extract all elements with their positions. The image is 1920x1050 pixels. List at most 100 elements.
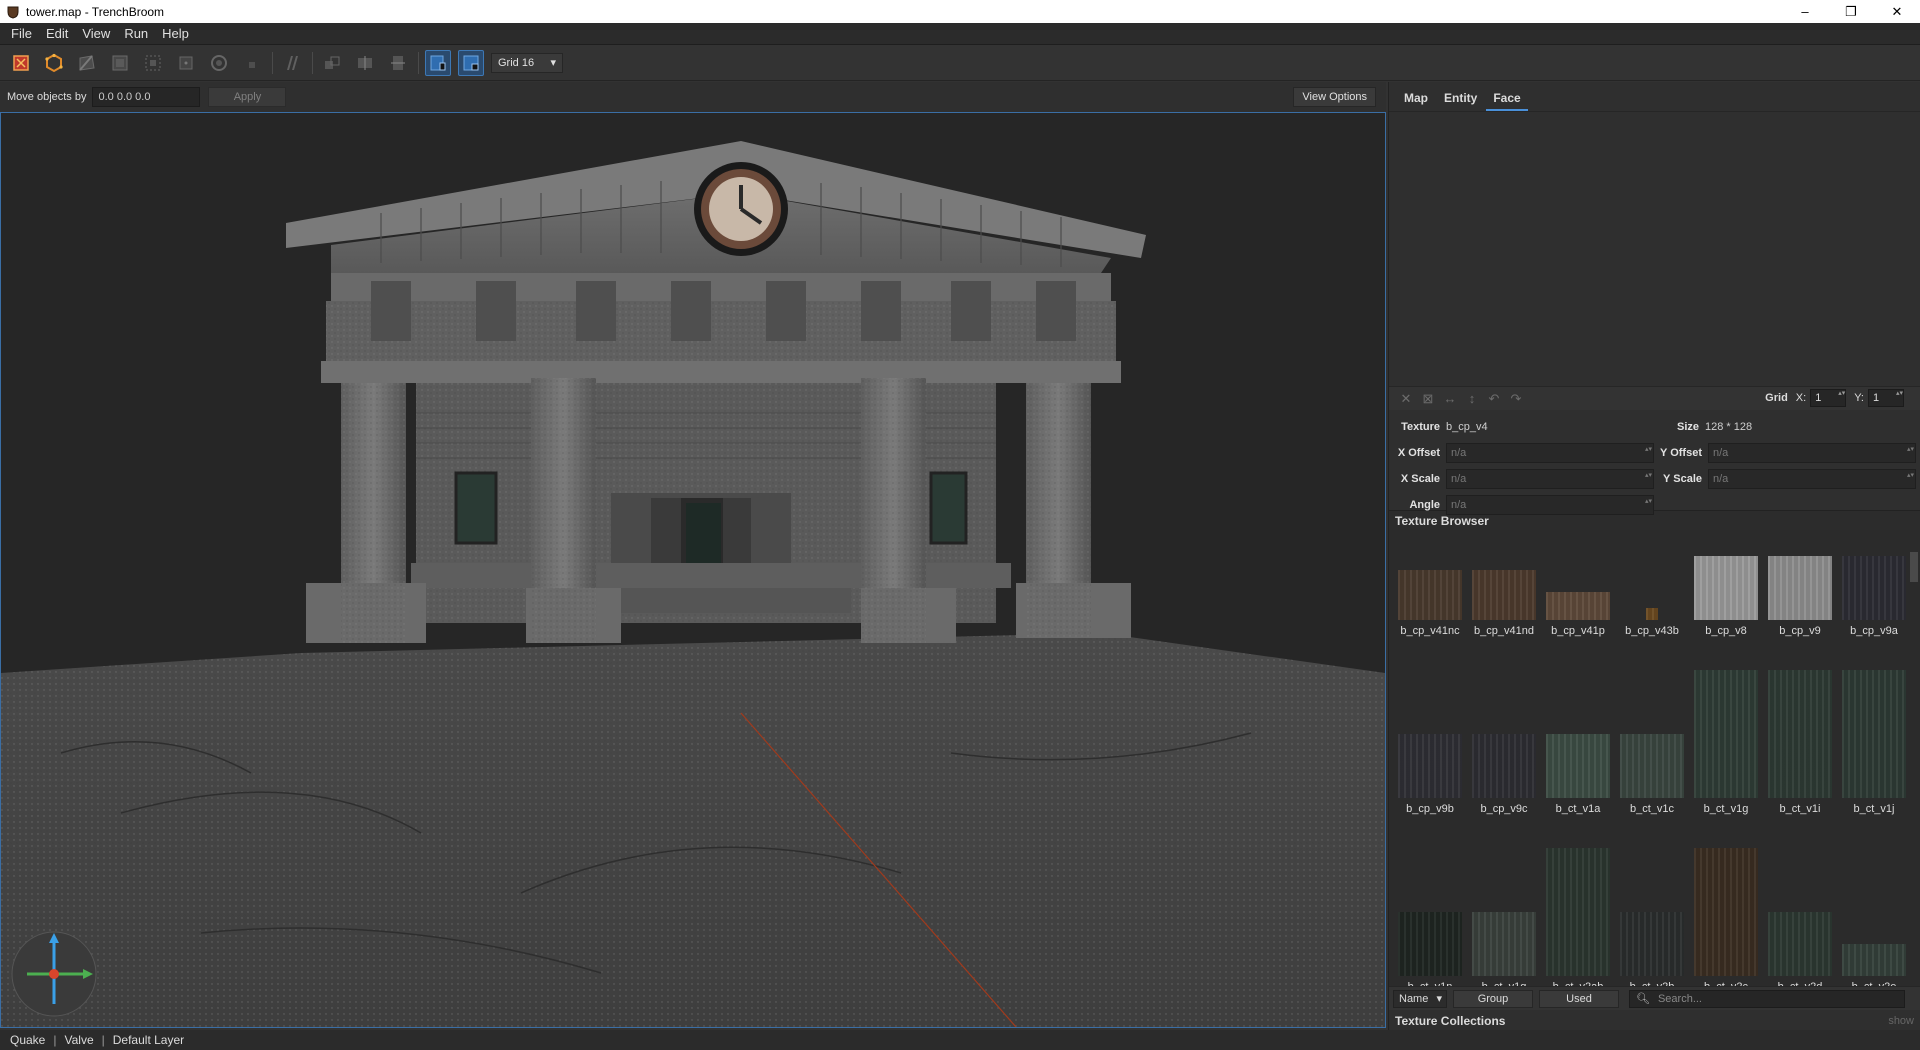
tab-map[interactable]: Map bbox=[1397, 91, 1435, 111]
texture-tile[interactable]: b_cp_v43b bbox=[1617, 608, 1687, 637]
texture-name: b_ct_v1a bbox=[1555, 803, 1601, 815]
reset-uv-world-icon[interactable]: ⊠ bbox=[1417, 391, 1439, 407]
texture-name: b_ct_v1q bbox=[1469, 981, 1539, 986]
texture-collections-header[interactable]: Texture Collections show bbox=[1389, 1010, 1920, 1032]
toolbar-separator bbox=[312, 51, 313, 74]
uv-lock-button[interactable] bbox=[458, 49, 484, 76]
minimize-button[interactable]: – bbox=[1782, 0, 1828, 23]
texture-tile[interactable]: b_cp_v9b bbox=[1395, 734, 1465, 815]
angle-field[interactable]: n/a bbox=[1446, 495, 1654, 515]
texture-thumbnail bbox=[1694, 848, 1758, 976]
texture-tile[interactable]: b_ct_v2ab bbox=[1543, 848, 1613, 986]
texture-tile[interactable]: b_cp_v9c bbox=[1469, 734, 1539, 815]
texture-tile[interactable]: b_cp_v9 bbox=[1765, 556, 1835, 637]
texture-tile[interactable]: b_ct_v2c bbox=[1691, 848, 1761, 986]
uv-grid-x-stepper[interactable]: 1 bbox=[1810, 389, 1847, 407]
menu-edit[interactable]: Edit bbox=[39, 26, 75, 41]
texture-name: b_cp_v9 bbox=[1779, 625, 1821, 637]
y-scale-field[interactable]: n/a bbox=[1708, 469, 1916, 489]
texture-thumbnail bbox=[1620, 734, 1684, 798]
texture-tile[interactable]: b_cp_v9a bbox=[1839, 556, 1909, 637]
close-button[interactable]: ✕ bbox=[1874, 0, 1920, 23]
rotate-ccw-icon[interactable]: ↶ bbox=[1483, 391, 1505, 407]
texture-label: Texture bbox=[1401, 421, 1440, 433]
texture-name: b_cp_v41nc bbox=[1400, 625, 1460, 637]
status-layer: Default Layer bbox=[112, 1033, 185, 1047]
rotate-90-icon bbox=[391, 55, 405, 70]
texture-collections-show[interactable]: show bbox=[1888, 1015, 1914, 1027]
status-map-format: Valve bbox=[64, 1033, 94, 1047]
edge-tool-button[interactable] bbox=[74, 50, 100, 76]
texture-thumbnail bbox=[1398, 912, 1462, 976]
sort-select[interactable]: Name ▾ bbox=[1393, 989, 1447, 1008]
texture-lock-icon bbox=[430, 55, 446, 70]
menu-run[interactable]: Run bbox=[117, 26, 155, 41]
menu-file[interactable]: File bbox=[4, 26, 39, 41]
scale-tool-button[interactable] bbox=[173, 50, 199, 76]
texture-collections-title: Texture Collections bbox=[1395, 1014, 1506, 1028]
flip-v-icon bbox=[358, 55, 372, 70]
texture-tile[interactable]: b_ct_v1c bbox=[1617, 734, 1687, 815]
texture-tile[interactable]: b_ct_v2d bbox=[1765, 912, 1835, 986]
menu-help[interactable]: Help bbox=[155, 26, 196, 41]
rotate-90-button[interactable] bbox=[385, 50, 411, 76]
used-toggle[interactable]: Used bbox=[1539, 989, 1619, 1008]
vertex-tool-button[interactable] bbox=[41, 50, 67, 76]
x-scale-field[interactable]: n/a bbox=[1446, 469, 1654, 489]
texture-tile[interactable]: b_ct_v1g bbox=[1691, 670, 1761, 815]
x-offset-field[interactable]: n/a bbox=[1446, 443, 1654, 463]
texture-tile[interactable]: b_cp_v41p bbox=[1543, 592, 1613, 637]
scrollbar-thumb[interactable] bbox=[1910, 552, 1918, 582]
texture-thumbnail bbox=[1768, 670, 1832, 798]
menu-view[interactable]: View bbox=[75, 26, 117, 41]
texture-lock-button[interactable] bbox=[425, 49, 451, 76]
texture-search-input[interactable]: 🔍︎ Search... bbox=[1629, 989, 1905, 1008]
view-options-button[interactable]: View Options bbox=[1293, 87, 1376, 107]
uv-grid-y-stepper[interactable]: 1 bbox=[1868, 389, 1904, 407]
texture-search-placeholder: Search... bbox=[1657, 992, 1702, 1005]
texture-name: b_cp_v9b bbox=[1406, 803, 1454, 815]
texture-tile[interactable]: b_ct_v1n bbox=[1395, 912, 1465, 986]
duplicate-button[interactable] bbox=[279, 50, 305, 76]
chevron-down-icon: ▾ bbox=[550, 57, 556, 69]
rotate-tool-button[interactable] bbox=[140, 50, 166, 76]
texture-tile[interactable]: b_cp_v41nc bbox=[1395, 570, 1465, 637]
texture-tile[interactable]: b_ct_v1j bbox=[1839, 670, 1909, 815]
grid-size-select[interactable]: Grid 16 ▾ bbox=[491, 52, 563, 73]
flip-v-icon[interactable]: ↕ bbox=[1461, 391, 1483, 406]
texture-name: b_cp_v41nd bbox=[1474, 625, 1534, 637]
y-offset-field[interactable]: n/a bbox=[1708, 443, 1916, 463]
reset-uv-icon[interactable]: ✕ bbox=[1395, 391, 1417, 407]
texture-tile[interactable]: b_ct_v2e bbox=[1839, 944, 1909, 986]
texture-tile[interactable]: b_cp_v41nd bbox=[1469, 570, 1539, 637]
uv-editor[interactable] bbox=[1389, 112, 1920, 386]
toolbar-separator bbox=[272, 51, 273, 74]
texture-browser-scrollbar[interactable] bbox=[1909, 530, 1919, 986]
texture-tile[interactable]: b_ct_v2b bbox=[1617, 912, 1687, 986]
rotate-cw-icon[interactable]: ↷ bbox=[1505, 391, 1527, 407]
apply-button[interactable]: Apply bbox=[208, 87, 287, 107]
texture-tile[interactable]: b_ct_v1a bbox=[1543, 734, 1613, 815]
select-tool-button[interactable] bbox=[8, 50, 34, 76]
face-tool-button[interactable] bbox=[107, 50, 133, 76]
texture-browser-grid[interactable]: b_cp_v41nc b_cp_v41nd b_cp_v41p b_cp_v43b b_… bbox=[1389, 530, 1920, 986]
flip-v-button[interactable] bbox=[352, 50, 378, 76]
tab-entity[interactable]: Entity bbox=[1437, 91, 1484, 111]
axis-gizmo-icon[interactable] bbox=[9, 929, 99, 1019]
texture-thumbnail bbox=[1768, 912, 1832, 976]
texture-name: b_ct_v2e bbox=[1839, 981, 1909, 986]
texture-tile[interactable]: b_ct_v1i bbox=[1765, 670, 1835, 815]
flip-u-icon[interactable]: ↔ bbox=[1439, 391, 1461, 406]
texture-tile[interactable]: b_ct_v1q bbox=[1469, 912, 1539, 986]
menu-bar: File Edit View Run Help bbox=[0, 23, 1920, 45]
group-toggle[interactable]: Group bbox=[1453, 989, 1533, 1008]
shear-tool-button[interactable] bbox=[206, 50, 232, 76]
grid-size-value: Grid 16 bbox=[498, 56, 535, 69]
restore-button[interactable]: ❐ bbox=[1828, 0, 1874, 23]
clip-tool-button[interactable] bbox=[239, 50, 265, 76]
3d-viewport[interactable] bbox=[0, 112, 1386, 1028]
flip-h-button[interactable] bbox=[319, 50, 345, 76]
tab-face[interactable]: Face bbox=[1486, 91, 1528, 111]
move-objects-input[interactable] bbox=[92, 87, 201, 107]
texture-tile[interactable]: b_cp_v8 bbox=[1691, 556, 1761, 637]
